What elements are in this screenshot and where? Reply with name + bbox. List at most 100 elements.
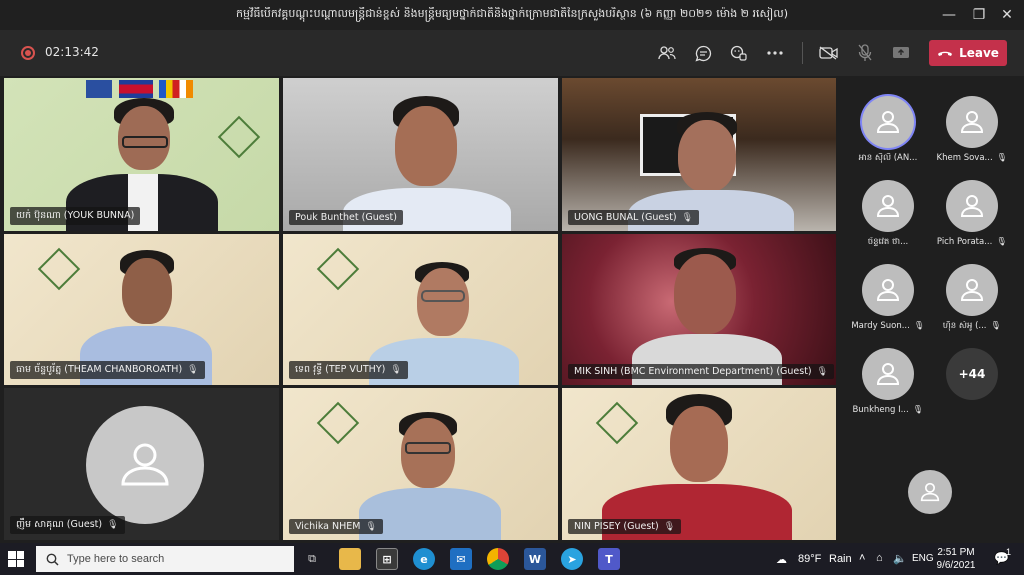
participant-name-tag: UONG BUNAL (Guest) 🎙 [568, 210, 700, 225]
video-tile[interactable]: ទេព វុទ្ធី (TEP VUTHY) 🎙 [283, 234, 558, 385]
video-tile[interactable]: UONG BUNAL (Guest) 🎙 [562, 78, 836, 231]
flag-image [86, 80, 112, 98]
search-icon [46, 553, 59, 566]
mic-off-icon: 🎙 [187, 365, 199, 375]
video-tile[interactable]: MIK SINH (BMC Environment Department) (G… [562, 234, 836, 385]
participant-item[interactable]: Mardy Suon... 🎙 [844, 264, 932, 331]
participant-item[interactable]: Pich Porata... 🎙 [928, 180, 1016, 247]
participant-name: Vichika NHEM [295, 521, 361, 532]
clock-time: 2:51 PM [937, 547, 975, 558]
word-icon[interactable]: W [524, 548, 546, 570]
more-participants-button[interactable]: +44 [928, 348, 1016, 400]
task-view-icon[interactable]: ⧉ [301, 548, 323, 570]
network-icon[interactable]: ⌂ [876, 552, 883, 564]
video-tile[interactable]: NIN PISEY (Guest) 🎙 [562, 388, 836, 540]
telegram-icon[interactable]: ➤ [561, 548, 583, 570]
person-icon [920, 482, 940, 502]
participant-name: Bunkheng I... [852, 405, 909, 415]
people-icon[interactable] [654, 40, 680, 66]
video-tile[interactable]: ធាម ច័ន្ទបូរ័ត្ន (THEAM CHANBOROATH) 🎙 [4, 234, 279, 385]
participant-item[interactable]: Khem Sova... 🎙 [928, 96, 1016, 163]
participant-item[interactable]: ហ៊ីន សំអូ (... 🎙 [928, 264, 1016, 333]
minimize-button[interactable]: — [932, 0, 966, 30]
person-icon [960, 279, 984, 301]
weather-desc[interactable]: Rain [829, 553, 852, 565]
person-icon [876, 111, 900, 133]
avatar [946, 180, 998, 232]
participant-name: Mardy Suon... [851, 321, 910, 331]
reactions-icon[interactable] [726, 40, 752, 66]
person-head [678, 120, 736, 192]
participant-name: Khem Sova... [936, 153, 993, 163]
chrome-icon[interactable] [487, 548, 509, 570]
toolbar-divider [802, 42, 803, 64]
more-participants-count: +44 [946, 348, 998, 400]
school-emblem-icon [595, 401, 639, 445]
windows-start-icon[interactable] [8, 551, 24, 567]
mic-off-icon: 🎙 [996, 237, 1008, 247]
teams-icon[interactable]: T [598, 548, 620, 570]
chevron-up-icon[interactable]: ˄ [859, 552, 865, 564]
person-head [670, 406, 728, 482]
edge-icon[interactable]: e [413, 548, 435, 570]
person-head [395, 106, 457, 186]
avatar [946, 96, 998, 148]
video-tile[interactable]: Pouk Bunthet (Guest) [283, 78, 558, 231]
participant-name: អាន ស៊ីលី (AN... [858, 153, 918, 163]
person-head [674, 254, 736, 334]
participant-name: ញឹម សាគុណ (Guest) [16, 519, 103, 530]
mic-off-icon: 🎙 [365, 521, 377, 532]
school-emblem-icon [217, 115, 261, 159]
mic-off-icon: 🎙 [913, 321, 925, 331]
clock-date: 9/6/2021 [936, 560, 976, 571]
taskbar-search[interactable]: Type here to search [36, 546, 294, 572]
participant-name-tag: ទេព វុទ្ធី (TEP VUTHY) 🎙 [289, 361, 408, 379]
person-head [122, 258, 172, 324]
mic-off-icon: 🎙 [996, 153, 1008, 163]
mic-off-icon: 🎙 [912, 405, 924, 415]
mic-off-icon[interactable] [852, 40, 878, 66]
avatar [862, 348, 914, 400]
mic-off-icon: 🎙 [663, 521, 676, 532]
mail-icon[interactable]: ✉ [450, 548, 472, 570]
share-screen-icon[interactable] [888, 40, 914, 66]
participant-name: ទេព វុទ្ធី (TEP VUTHY) [295, 364, 386, 375]
participant-name: ហ៊ីន សំអូ (... [942, 321, 987, 331]
participants-pane: អាន ស៊ីលី (AN... Khem Sova... 🎙 ច័ន្ទវេត … [838, 78, 1024, 543]
volume-icon[interactable]: 🔈 [893, 552, 907, 565]
video-tile[interactable]: Vichika NHEM 🎙 [283, 388, 558, 540]
weather-temp[interactable]: 89°F [798, 553, 821, 565]
participant-name: ច័ន្ទវេត ថា... [867, 237, 909, 247]
leave-button[interactable]: Leave [929, 40, 1007, 66]
more-options-icon[interactable] [762, 40, 788, 66]
glasses-icon [421, 290, 465, 302]
person-icon [960, 195, 984, 217]
taskbar: Type here to search ⧉ ⊞ e ✉ W ➤ T ☁ 89°F… [0, 543, 1024, 575]
file-explorer-icon[interactable] [339, 548, 361, 570]
meeting-toolbar: 02:13:42 Leave [0, 30, 1024, 76]
phone-hangup-icon [938, 51, 953, 56]
system-clock[interactable]: 2:51 PM 9/6/2021 [930, 546, 982, 572]
participant-name: MIK SINH (BMC Environment Department) (G… [574, 366, 812, 377]
chat-icon[interactable] [690, 40, 716, 66]
person-icon [876, 279, 900, 301]
meeting-title: កម្មវិធីបើកវគ្គបណ្តុះបណ្តាលមន្ត្រីជាន់ខ្… [235, 7, 788, 20]
participant-item[interactable]: Bunkheng I... 🎙 [844, 348, 932, 415]
video-tile[interactable]: យក់ ប៊ុនណា (YOUK BUNNA) [4, 78, 279, 231]
close-button[interactable]: ✕ [990, 0, 1024, 30]
participant-name-tag: យក់ ប៊ុនណា (YOUK BUNNA) [10, 207, 141, 225]
camera-off-icon[interactable] [816, 40, 842, 66]
store-icon[interactable]: ⊞ [376, 548, 398, 570]
notification-count: 1 [1006, 547, 1012, 557]
glasses-icon [405, 442, 451, 454]
avatar [862, 180, 914, 232]
participant-item[interactable]: ច័ន្ទវេត ថា... [844, 180, 932, 249]
participant-name: យក់ ប៊ុនណា (YOUK BUNNA) [16, 210, 135, 221]
mic-off-icon: 🎙 [816, 366, 829, 377]
video-tile[interactable]: ញឹម សាគុណ (Guest) 🎙 [4, 388, 279, 540]
participant-item[interactable]: អាន ស៊ីលី (AN... [844, 96, 932, 165]
person-icon [876, 363, 900, 385]
self-view-avatar[interactable] [908, 470, 952, 514]
participant-name: Pouk Bunthet (Guest) [295, 212, 397, 223]
glasses-icon [122, 136, 168, 148]
